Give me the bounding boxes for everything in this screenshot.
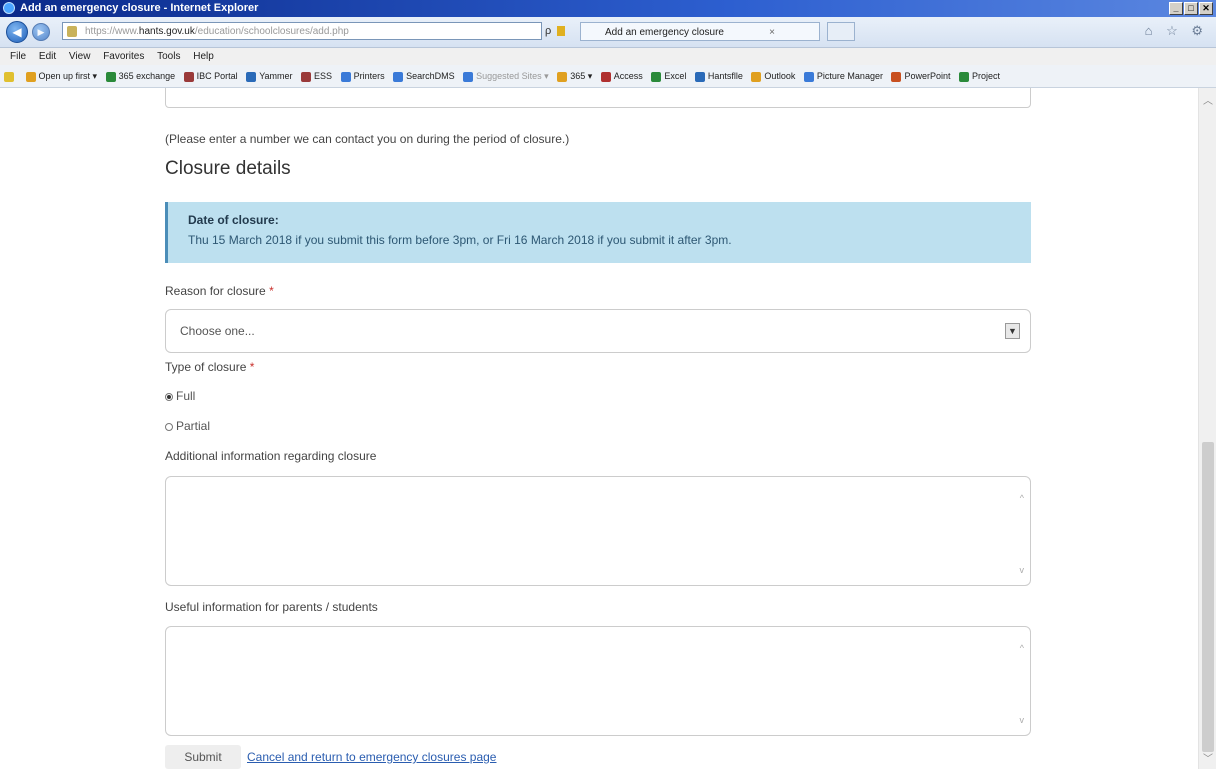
address-prefix: https://www. [85,26,139,37]
required-mark: * [269,284,274,298]
favorite-excel[interactable]: Excel [651,65,686,87]
favorite-access[interactable]: Access [600,65,643,87]
favorite-ibc-portal[interactable]: IBC Portal [183,65,238,87]
parents-info-label: Useful information for parents / student… [165,600,378,614]
favorite-365[interactable]: 365 ▾ [557,65,592,87]
favorite-printers[interactable]: Printers [340,65,385,87]
favorite-searchdms[interactable]: SearchDMS [393,65,455,87]
tab-add-emergency-closure[interactable]: Add an emergency closure × [580,22,820,41]
favicon-icon [67,26,77,37]
minimize-button[interactable]: _ [1169,2,1183,15]
window-title-bar: Add an emergency closure - Internet Expl… [0,0,1216,17]
radio-unchecked-icon [165,423,173,431]
menu-file[interactable]: File [10,51,26,62]
tab-title: Add an emergency closure [605,27,724,38]
scroll-down-arrow-icon[interactable]: ﹀ [1203,750,1213,765]
favorite-yammer[interactable]: Yammer [246,65,293,87]
scrollbar-thumb[interactable] [1202,442,1214,752]
favorite-project[interactable]: Project [959,65,1000,87]
tab-close-icon[interactable]: × [769,23,775,42]
window-title: Add an emergency closure - Internet Expl… [20,2,259,14]
app-icon [463,71,474,82]
internet-explorer-icon [3,2,15,14]
radio-checked-icon [165,393,173,401]
scroll-down-icon[interactable]: v [1020,715,1025,725]
app-icon [803,71,814,82]
radio-full[interactable]: Full [165,389,195,403]
folder-icon [25,71,36,82]
type-label: Type of closure * [165,360,255,374]
additional-info-label: Additional information regarding closure [165,449,377,463]
address-domain: hants.gov.uk [138,26,195,37]
menu-view[interactable]: View [69,51,91,62]
app-icon [105,71,116,82]
scroll-down-icon[interactable]: v [1020,565,1025,575]
page-scrollbar[interactable]: ︿ ﹀ [1198,88,1216,769]
app-icon [694,71,705,82]
menu-tools[interactable]: Tools [157,51,180,62]
submit-button[interactable]: Submit [165,745,241,769]
app-icon [751,71,762,82]
closure-date-alert: Date of closure: Thu 15 March 2018 if yo… [165,202,1031,263]
favorite-open-up-first[interactable]: Open up first ▾ [25,65,97,87]
favorites-star-icon[interactable] [4,65,17,87]
favorite-ess[interactable]: ESS [301,65,332,87]
folder-icon [557,71,568,82]
menu-favorites[interactable]: Favorites [103,51,144,62]
app-icon [340,71,351,82]
chevron-down-icon[interactable]: ▼ [1005,323,1020,339]
favorite-powerpoint[interactable]: PowerPoint [891,65,951,87]
app-icon [651,71,662,82]
app-icon [600,71,611,82]
reason-select[interactable]: Choose one... ▼ [165,309,1031,353]
close-button[interactable]: ✕ [1199,2,1213,15]
address-path: /education/schoolclosures/add.php [194,26,349,37]
app-icon [301,71,312,82]
search-icon[interactable]: ρ [545,25,551,37]
lock-icon[interactable] [557,26,565,36]
app-icon [246,71,257,82]
favorites-bar: Open up first ▾ 365 exchange IBC Portal … [0,65,1216,88]
alert-title: Date of closure: [188,213,279,227]
alert-text: Thu 15 March 2018 if you submit this for… [188,233,732,247]
forward-arrow-icon[interactable]: ▶ [32,23,50,41]
new-tab-button[interactable] [827,22,855,41]
menu-edit[interactable]: Edit [39,51,56,62]
app-icon [891,71,902,82]
page-content: (Please enter a number we can contact yo… [0,88,1198,769]
section-title: Closure details [165,158,291,179]
maximize-button[interactable]: □ [1184,2,1198,15]
scroll-up-icon[interactable]: ^ [1020,493,1024,503]
cancel-link[interactable]: Cancel and return to emergency closures … [247,750,496,764]
app-icon [393,71,404,82]
window-controls: _ □ ✕ [1169,2,1213,15]
required-mark: * [249,360,255,374]
radio-partial[interactable]: Partial [165,419,210,433]
contact-number-help: (Please enter a number we can contact yo… [165,132,570,146]
scroll-up-icon[interactable]: ^ [1020,643,1024,653]
reason-label: Reason for closure * [165,284,274,298]
additional-info-textarea[interactable]: ^ v [165,476,1031,586]
app-icon [959,71,970,82]
menu-help[interactable]: Help [193,51,214,62]
back-arrow-icon[interactable]: ◀ [6,21,28,43]
favorite-picture-manager[interactable]: Picture Manager [803,65,883,87]
address-bar[interactable]: https://www.hants.gov.uk/education/schoo… [62,22,542,40]
navigation-bar: ◀ ▶ https://www.hants.gov.uk/education/s… [0,17,1216,48]
scroll-up-arrow-icon[interactable]: ︿ [1203,92,1213,107]
favorite-365-exchange[interactable]: 365 exchange [105,65,175,87]
home-favorites-tools-icons[interactable]: ⌂ ☆ ⚙ [1145,23,1208,39]
reason-selected-value: Choose one... [180,324,255,338]
favorite-suggested-sites[interactable]: Suggested Sites ▾ [463,65,549,87]
parents-info-textarea[interactable]: ^ v [165,626,1031,736]
menu-bar: File Edit View Favorites Tools Help [0,48,1216,65]
contact-number-input[interactable] [165,88,1031,108]
favorite-outlook[interactable]: Outlook [751,65,795,87]
favorite-hantsfile[interactable]: Hantsflle [694,65,743,87]
app-icon [183,71,194,82]
